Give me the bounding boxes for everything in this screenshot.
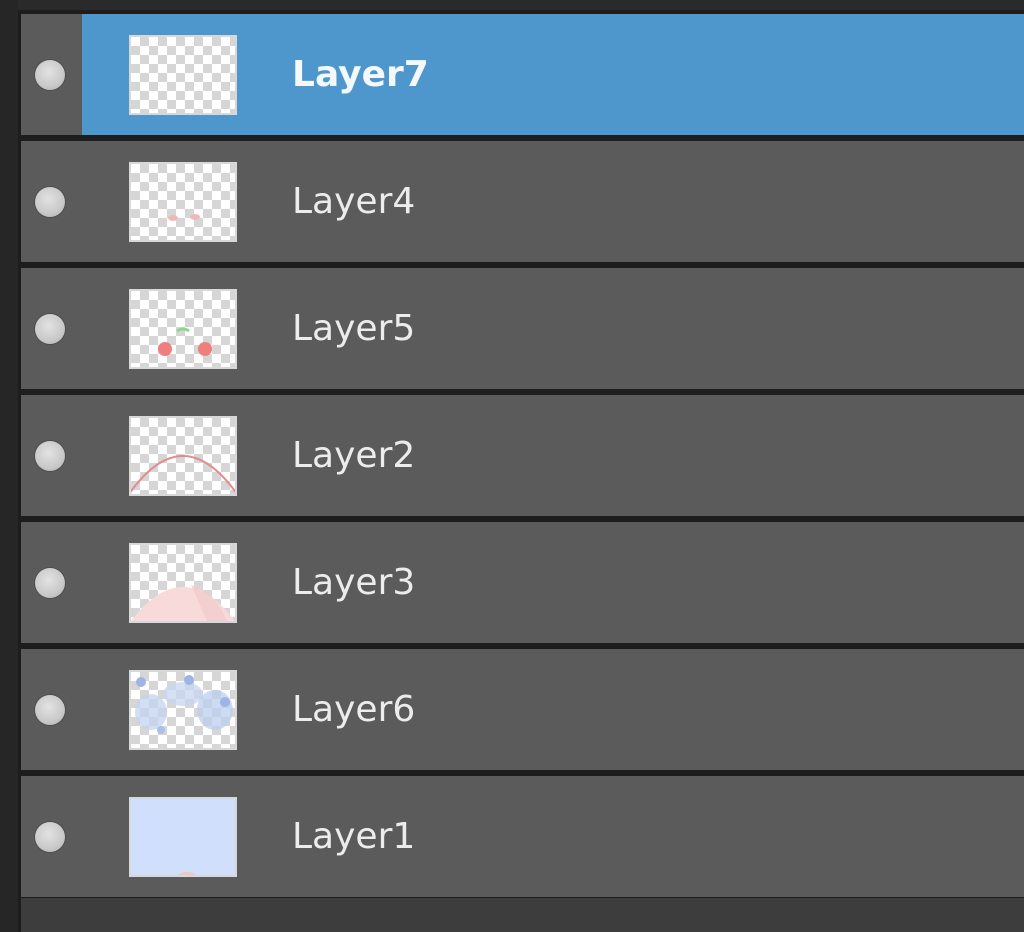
visibility-dot-icon[interactable] bbox=[35, 441, 65, 471]
visibility-dot-icon[interactable] bbox=[35, 822, 65, 852]
layer-name: Layer5 bbox=[292, 308, 416, 349]
layer-row-body[interactable]: Layer2 bbox=[82, 395, 1024, 516]
layers-app: Layer7 Layer4 Layer5 Layer2 Layer3 Layer… bbox=[0, 0, 1024, 932]
panel-footer bbox=[21, 898, 1024, 932]
layers-panel: Layer7 Layer4 Layer5 Layer2 Layer3 Layer… bbox=[18, 10, 1024, 932]
visibility-dot-icon[interactable] bbox=[35, 568, 65, 598]
layer-thumbnail bbox=[129, 35, 237, 115]
layer-row-body[interactable]: Layer6 bbox=[82, 649, 1024, 770]
visibility-column bbox=[21, 395, 82, 516]
layer-name: Layer3 bbox=[292, 562, 416, 603]
layer-row-body[interactable]: Layer3 bbox=[82, 522, 1024, 643]
layer-row-layer3[interactable]: Layer3 bbox=[21, 522, 1024, 643]
layer-name: Layer7 bbox=[292, 54, 429, 95]
visibility-column bbox=[21, 268, 82, 389]
layer-name: Layer6 bbox=[292, 689, 416, 730]
layer-thumbnail bbox=[129, 670, 237, 750]
layer-name: Layer2 bbox=[292, 435, 416, 476]
layer-row-body[interactable]: Layer1 bbox=[82, 776, 1024, 897]
layer-thumbnail bbox=[129, 162, 237, 242]
layer-row-body[interactable]: Layer7 bbox=[82, 14, 1024, 135]
visibility-dot-icon[interactable] bbox=[35, 60, 65, 90]
layer-thumbnail bbox=[129, 797, 237, 877]
visibility-column bbox=[21, 14, 82, 135]
layer-row-layer7[interactable]: Layer7 bbox=[21, 14, 1024, 135]
layer-row-layer2[interactable]: Layer2 bbox=[21, 395, 1024, 516]
visibility-column bbox=[21, 649, 82, 770]
visibility-dot-icon[interactable] bbox=[35, 187, 65, 217]
visibility-dot-icon[interactable] bbox=[35, 314, 65, 344]
visibility-dot-icon[interactable] bbox=[35, 695, 65, 725]
visibility-column bbox=[21, 522, 82, 643]
layer-thumbnail bbox=[129, 543, 237, 623]
layer-row-layer5[interactable]: Layer5 bbox=[21, 268, 1024, 389]
visibility-column bbox=[21, 776, 82, 897]
layer-row-layer4[interactable]: Layer4 bbox=[21, 141, 1024, 262]
layer-row-body[interactable]: Layer4 bbox=[82, 141, 1024, 262]
layer-thumbnail bbox=[129, 416, 237, 496]
layer-name: Layer4 bbox=[292, 181, 416, 222]
left-edge bbox=[0, 0, 18, 932]
layer-thumbnail bbox=[129, 289, 237, 369]
layer-name: Layer1 bbox=[292, 816, 416, 857]
layer-row-layer6[interactable]: Layer6 bbox=[21, 649, 1024, 770]
visibility-column bbox=[21, 141, 82, 262]
layer-row-layer1[interactable]: Layer1 bbox=[21, 776, 1024, 897]
layer-row-body[interactable]: Layer5 bbox=[82, 268, 1024, 389]
